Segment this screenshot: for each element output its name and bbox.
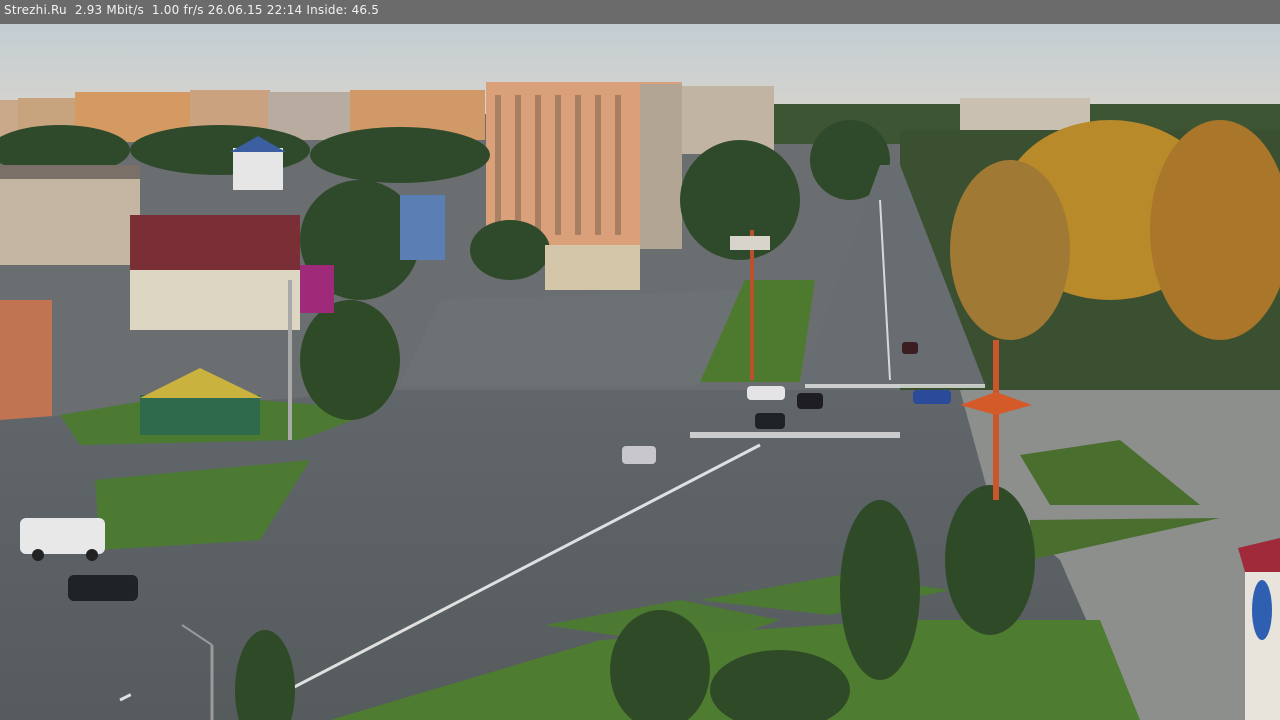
billboard [300, 265, 334, 313]
green-tent [140, 368, 262, 435]
car-red [902, 342, 918, 354]
webcam-frame: Strezhi.Ru 2.93 Mbit/s 1.00 fr/s 26.06.1… [0, 0, 1280, 720]
car-dark-2 [797, 393, 823, 409]
street-scene [0, 24, 1280, 720]
car-white [747, 386, 785, 400]
parking-lot [400, 290, 740, 385]
car-silver [622, 446, 656, 464]
camera-info-text: Strezhi.Ru 2.93 Mbit/s 1.00 fr/s 26.06.1… [4, 3, 380, 17]
car-blue [913, 390, 951, 404]
dark-suv [68, 575, 138, 601]
camera-info-bar: Strezhi.Ru 2.93 Mbit/s 1.00 fr/s 26.06.1… [0, 0, 1280, 24]
car-dark-1 [755, 413, 785, 429]
